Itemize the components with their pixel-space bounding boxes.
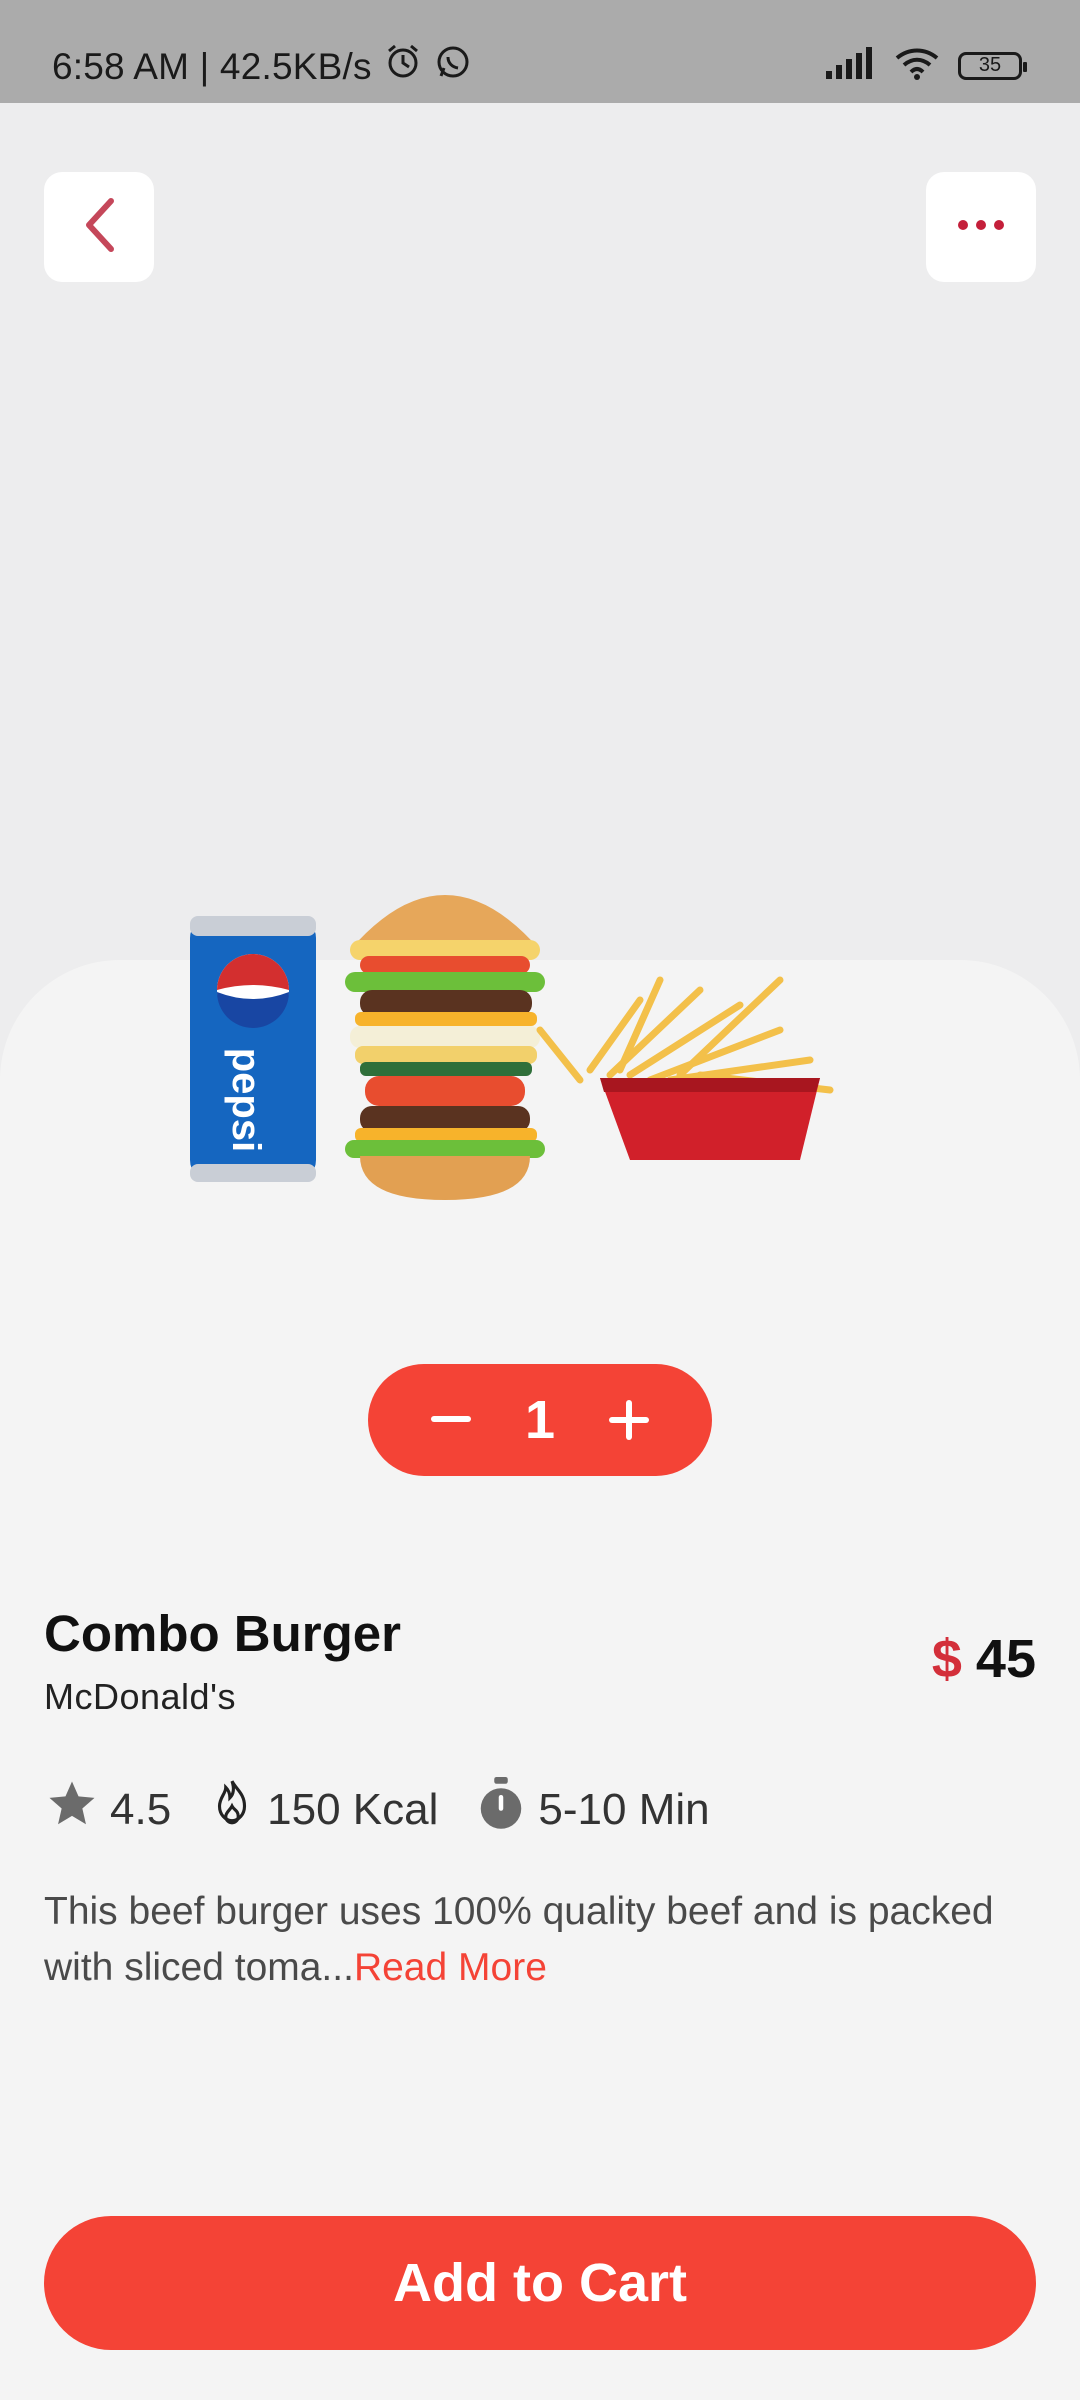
- calories-value: 150 Kcal: [267, 1784, 439, 1834]
- status-right: 35: [826, 46, 1027, 85]
- status-time: 6:58 AM | 42.5KB/s: [52, 45, 372, 87]
- rating-stat: 4.5: [44, 1777, 171, 1842]
- time-value: 5-10 Min: [538, 1784, 710, 1834]
- increase-button[interactable]: [606, 1397, 652, 1443]
- status-bar: 6:58 AM | 42.5KB/s 35: [0, 0, 1080, 103]
- burger-icon: [345, 895, 545, 1200]
- product-stats: 4.5 150 Kcal 5-10 Min: [44, 1774, 746, 1845]
- restaurant-name: McDonald's: [44, 1676, 236, 1717]
- timer-icon: [474, 1774, 528, 1845]
- chevron-left-icon: [79, 195, 119, 260]
- back-button[interactable]: [44, 172, 154, 282]
- battery-icon: 35: [958, 51, 1027, 80]
- more-options-button[interactable]: [926, 172, 1036, 282]
- calories-stat: 150 Kcal: [207, 1776, 438, 1843]
- status-left: 6:58 AM | 42.5KB/s: [52, 43, 472, 90]
- rating-value: 4.5: [110, 1784, 172, 1834]
- add-to-cart-button[interactable]: Add to Cart: [44, 2216, 1036, 2350]
- price-currency: $: [931, 1629, 962, 1689]
- price-amount: 45: [975, 1629, 1036, 1689]
- quantity-stepper: 1: [368, 1364, 712, 1476]
- whatsapp-icon: [434, 43, 472, 90]
- price: $ 45: [932, 1628, 1036, 1690]
- read-more-link[interactable]: Read More: [354, 1946, 547, 1989]
- flame-icon: [207, 1776, 257, 1843]
- add-to-cart-label: Add to Cart: [393, 2253, 687, 2313]
- pepsi-can-icon: pepsi: [190, 916, 316, 1182]
- star-icon: [44, 1777, 100, 1842]
- svg-text:pepsi: pepsi: [224, 1048, 268, 1152]
- fries-icon: [536, 976, 834, 1160]
- more-dots-icon: [956, 218, 1006, 237]
- time-stat: 5-10 Min: [474, 1774, 710, 1845]
- wifi-icon: [894, 46, 940, 85]
- signal-icon: [826, 47, 876, 84]
- decrease-button[interactable]: [428, 1397, 474, 1443]
- product-image: pepsi: [190, 895, 834, 1200]
- product-description: This beef burger uses 100% quality beef …: [44, 1884, 1034, 1996]
- quantity-value: 1: [524, 1390, 556, 1450]
- product-title: Combo Burger: [44, 1605, 401, 1662]
- alarm-icon: [384, 43, 422, 90]
- battery-level: 35: [978, 54, 1002, 76]
